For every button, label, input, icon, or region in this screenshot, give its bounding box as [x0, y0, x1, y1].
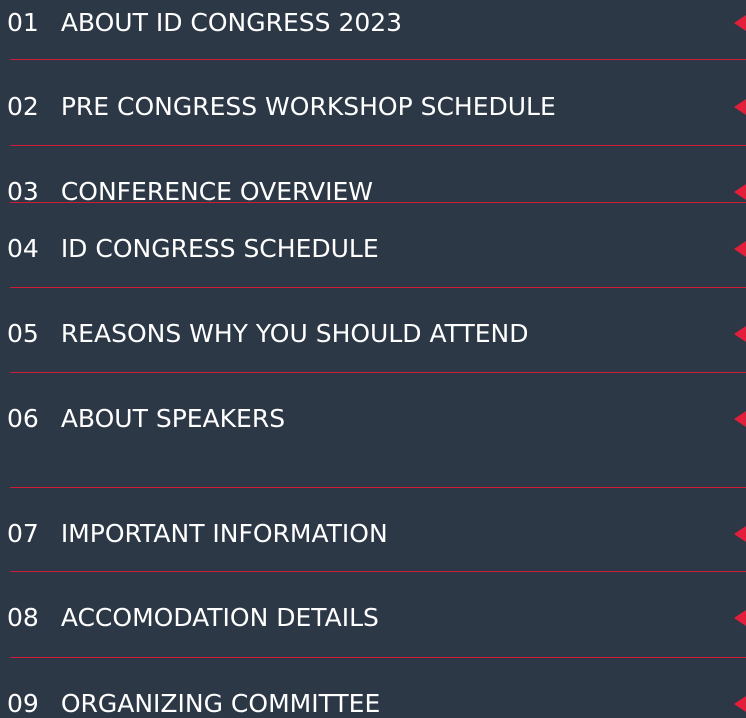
menu-item-label: 07 IMPORTANT INFORMATION [7, 514, 388, 554]
caret-left-icon [734, 610, 746, 626]
section-menu: 01 ABOUT ID CONGRESS 2023 02 PRE CONGRESS … [0, 0, 746, 718]
caret-left-icon [734, 15, 746, 31]
menu-item-number: 05 [7, 319, 39, 348]
menu-item-number: 04 [7, 234, 39, 263]
menu-item-number: 01 [7, 8, 39, 37]
divider [10, 202, 746, 203]
divider [10, 59, 746, 60]
caret-left-icon [734, 241, 746, 257]
menu-item-conference-overview[interactable]: 03 CONFERENCE OVERVIEW [0, 169, 746, 219]
menu-item-number: 07 [7, 519, 39, 548]
menu-item-label: 03 CONFERENCE OVERVIEW [7, 172, 373, 212]
caret-left-icon [734, 99, 746, 115]
caret-left-icon [734, 526, 746, 542]
menu-item-label: 08 ACCOMODATION DETAILS [7, 598, 379, 638]
menu-item-pre-congress-workshop[interactable]: 02 PRE CONGRESS WORKSHOP SCHEDULE [0, 84, 746, 134]
menu-item-id-congress-schedule[interactable]: 04 ID CONGRESS SCHEDULE [0, 226, 746, 276]
menu-item-label: 09 ORGANIZING COMMITTEE [7, 684, 380, 718]
menu-item-accomodation-details[interactable]: 08 ACCOMODATION DETAILS [0, 595, 746, 645]
caret-left-icon [734, 411, 746, 427]
menu-item-title: CONFERENCE OVERVIEW [60, 177, 374, 206]
menu-item-label: 02 PRE CONGRESS WORKSHOP SCHEDULE [7, 87, 556, 127]
menu-item-label: 05 REASONS WHY YOU SHOULD ATTEND [7, 314, 529, 354]
menu-item-title: ORGANIZING COMMITTEE [60, 689, 381, 718]
divider [10, 145, 746, 146]
menu-item-title: ID CONGRESS SCHEDULE [60, 234, 379, 263]
menu-item-title: PRE CONGRESS WORKSHOP SCHEDULE [60, 92, 556, 121]
menu-item-about-speakers[interactable]: 06 ABOUT SPEAKERS [0, 396, 746, 446]
caret-left-icon [734, 184, 746, 200]
divider [10, 487, 746, 488]
menu-item-organizing-committee[interactable]: 09 ORGANIZING COMMITTEE [0, 681, 746, 718]
menu-item-label: 01 ABOUT ID CONGRESS 2023 [7, 3, 402, 43]
divider [10, 372, 746, 373]
menu-item-title: ACCOMODATION DETAILS [60, 603, 379, 632]
menu-item-about-id-congress[interactable]: 01 ABOUT ID CONGRESS 2023 [0, 0, 746, 50]
menu-item-number: 02 [7, 92, 39, 121]
menu-item-label: 06 ABOUT SPEAKERS [7, 399, 285, 439]
menu-item-number: 03 [7, 177, 39, 206]
menu-item-label: 04 ID CONGRESS SCHEDULE [7, 229, 379, 269]
menu-item-reasons-to-attend[interactable]: 05 REASONS WHY YOU SHOULD ATTEND [0, 311, 746, 361]
menu-item-title: ABOUT ID CONGRESS 2023 [60, 8, 403, 37]
divider [10, 571, 746, 572]
menu-item-title: REASONS WHY YOU SHOULD ATTEND [60, 319, 529, 348]
menu-item-important-information[interactable]: 07 IMPORTANT INFORMATION [0, 511, 746, 561]
divider [10, 287, 746, 288]
divider [10, 657, 746, 658]
menu-item-number: 08 [7, 603, 39, 632]
menu-item-number: 09 [7, 689, 39, 718]
caret-left-icon [734, 326, 746, 342]
menu-item-title: IMPORTANT INFORMATION [60, 519, 388, 548]
caret-left-icon [734, 696, 746, 712]
menu-item-title: ABOUT SPEAKERS [60, 404, 286, 433]
menu-item-number: 06 [7, 404, 39, 433]
